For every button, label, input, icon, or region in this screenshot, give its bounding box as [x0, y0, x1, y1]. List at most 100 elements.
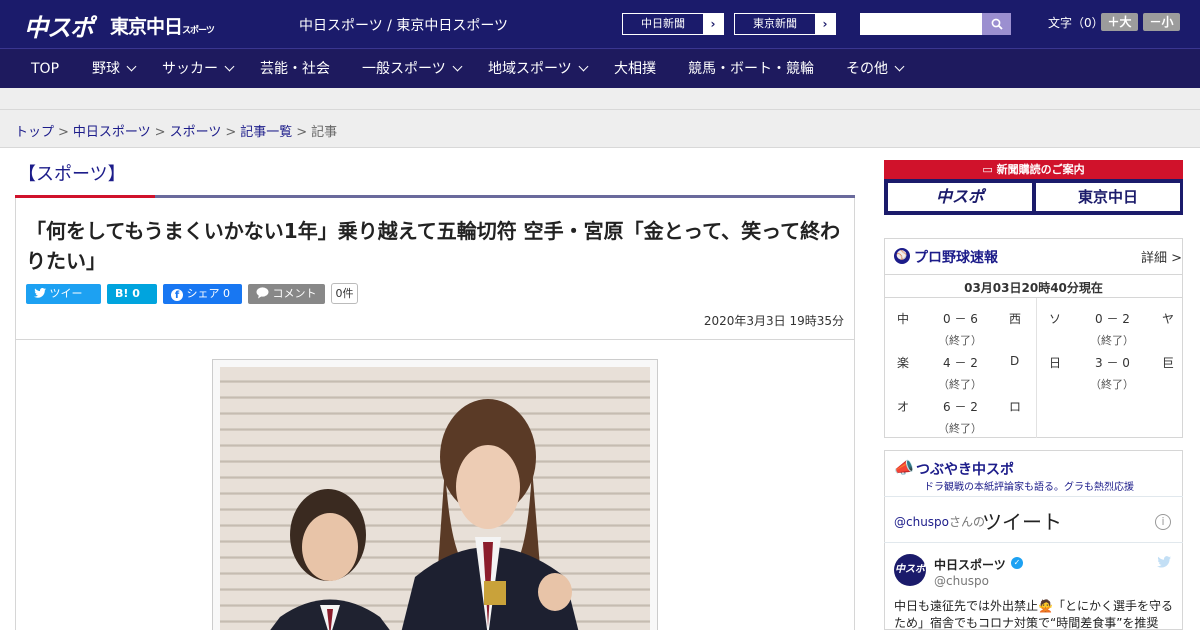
- chevron-down-icon: [578, 61, 589, 72]
- breadcrumb-current: 記事: [311, 125, 338, 140]
- tokyo-shimbun-label: 東京新聞: [753, 17, 797, 30]
- game-status: （終了）: [938, 378, 982, 391]
- nav-soccer[interactable]: サッカー: [162, 49, 235, 89]
- breadcrumb-separator: >: [154, 125, 166, 140]
- article-photo[interactable]: [220, 367, 650, 630]
- twitter-handle: @chuspoさんの: [894, 513, 985, 530]
- hatena-bookmark-button[interactable]: B! 0: [107, 284, 157, 304]
- section-title: 【スポーツ】: [18, 164, 126, 185]
- divider: [884, 496, 1183, 497]
- info-icon[interactable]: i: [1155, 514, 1171, 530]
- twitter-timeline-heading: ツイート: [982, 510, 1062, 534]
- font-larger-button[interactable]: ＋大: [1101, 13, 1138, 31]
- baseball-icon: ⚾: [894, 248, 910, 264]
- game-home-team: オ: [897, 400, 910, 414]
- facebook-icon: f: [171, 289, 183, 301]
- nav-label: 競馬・ボート・競輪: [688, 61, 814, 77]
- twitter-bird-icon: [34, 288, 46, 298]
- nav-top[interactable]: TOP: [31, 49, 59, 89]
- nav-local-sports[interactable]: 地域スポーツ: [488, 49, 589, 89]
- game-score[interactable]: 6 － 2: [943, 398, 978, 415]
- game-away-team: ヤ: [1162, 312, 1175, 326]
- site-name: 中日スポーツ / 東京中日スポーツ: [299, 18, 509, 34]
- nav-label: その他: [846, 61, 888, 77]
- tweet-author-name[interactable]: 中日スポーツ: [934, 556, 1006, 573]
- breadcrumb-article-list[interactable]: 記事一覧: [240, 125, 292, 140]
- chuspo-logo[interactable]: 中スポ: [24, 8, 94, 43]
- breadcrumb-top[interactable]: トップ: [15, 125, 54, 140]
- twitter-widget-title: つぶやき中スポ: [916, 462, 1014, 478]
- nav-other[interactable]: その他: [846, 49, 905, 89]
- article-date: 2020年3月3日 19時35分: [703, 314, 844, 328]
- game-score[interactable]: 3 － 0: [1095, 354, 1130, 371]
- chevron-down-icon: [126, 61, 137, 72]
- game-away-team: 西: [1009, 312, 1022, 326]
- game-score[interactable]: 0 － 2: [1095, 310, 1130, 327]
- search-icon: [991, 18, 1003, 30]
- facebook-share-button[interactable]: f シェア 0: [163, 284, 242, 304]
- breadcrumb-chunichi-sports[interactable]: 中日スポーツ: [73, 125, 151, 140]
- chevron-down-icon: [224, 61, 235, 72]
- nav-general-sports[interactable]: 一般スポーツ: [362, 49, 463, 89]
- baseball-detail-link[interactable]: 詳細 >: [1141, 247, 1182, 266]
- chevron-right-icon: ›: [815, 14, 835, 34]
- breadcrumb: トップ > 中日スポーツ > スポーツ > 記事一覧 > 記事: [15, 121, 337, 140]
- newspaper-icon: ▭: [982, 163, 997, 176]
- nav-baseball[interactable]: 野球: [92, 49, 137, 89]
- game-status: （終了）: [1090, 334, 1134, 347]
- tweet-author-handle[interactable]: @chuspo: [934, 574, 989, 588]
- subscribe-title: ▭ 新聞購読のご案内: [884, 160, 1183, 179]
- photo-athletes-illustration: [270, 399, 579, 630]
- avatar[interactable]: 中スポ: [894, 554, 926, 586]
- comment-button[interactable]: コメント: [248, 284, 325, 304]
- search-input[interactable]: [860, 13, 982, 35]
- nav-label: 野球: [92, 61, 120, 77]
- twitter-handle-link[interactable]: @chuspo: [894, 515, 949, 529]
- tweet-button[interactable]: ツイート: [26, 284, 101, 320]
- nav-entertainment[interactable]: 芸能・社会: [260, 49, 330, 89]
- game-away-team: ロ: [1009, 400, 1022, 414]
- chevron-down-icon: [894, 61, 905, 72]
- nav-sumo[interactable]: 大相撲: [614, 49, 656, 89]
- chevron-right-icon: ›: [703, 14, 723, 34]
- subscribe-title-text: 新聞購読のご案内: [996, 163, 1085, 176]
- breadcrumb-sports[interactable]: スポーツ: [170, 125, 222, 140]
- tokyo-logo-text: 東京中日: [110, 16, 183, 38]
- game-status: （終了）: [938, 334, 982, 347]
- search-button[interactable]: [982, 13, 1011, 35]
- game-score[interactable]: 4 － 2: [943, 354, 978, 371]
- tokyo-shimbun-link[interactable]: 東京新聞 ›: [734, 13, 836, 35]
- game-status: （終了）: [1090, 378, 1134, 391]
- game-away-team: D: [1010, 354, 1020, 368]
- game-home-team: 日: [1049, 356, 1062, 370]
- chevron-down-icon: [452, 61, 463, 72]
- speech-bubble-icon: [256, 287, 269, 299]
- comment-count: 0件: [331, 283, 358, 304]
- breadcrumb-separator: >: [225, 125, 237, 140]
- nav-label: サッカー: [162, 61, 218, 77]
- subscribe-chuspo-logo[interactable]: 中スポ: [888, 183, 1032, 211]
- baseball-scores-panel: [884, 238, 1183, 438]
- tokyo-chunichi-logo[interactable]: 東京中日スポーツ: [110, 12, 215, 39]
- font-smaller-button[interactable]: －小: [1143, 13, 1180, 31]
- breadcrumb-separator: >: [58, 125, 69, 140]
- divider: [884, 297, 1183, 298]
- verified-badge-icon: ✓: [1011, 557, 1023, 569]
- game-status: （終了）: [938, 422, 982, 435]
- comment-label: コメント: [272, 287, 317, 300]
- twitter-handle-suffix: さんの: [949, 515, 986, 529]
- chunichi-shimbun-link[interactable]: 中日新聞 ›: [622, 13, 724, 35]
- hatena-count: 0: [132, 287, 140, 300]
- game-away-team: 巨: [1162, 356, 1175, 370]
- nav-label: 大相撲: [614, 61, 656, 77]
- ad-strip: [0, 88, 1200, 110]
- twitter-bird-icon[interactable]: [1157, 556, 1171, 572]
- chunichi-shimbun-label: 中日新聞: [641, 17, 685, 30]
- subscribe-tokyo-logo[interactable]: 東京中日: [1036, 183, 1180, 211]
- nav-racing[interactable]: 競馬・ボート・競輪: [688, 49, 814, 89]
- facebook-share-label: シェア: [186, 287, 220, 300]
- article-headline: 「何をしてもうまくいかない1年」乗り越えて五輪切符 空手・宮原「金とって、笑って…: [26, 219, 841, 273]
- game-score[interactable]: 0 － 6: [943, 310, 978, 327]
- game-home-team: 楽: [897, 356, 910, 370]
- nav-label: 一般スポーツ: [362, 61, 446, 77]
